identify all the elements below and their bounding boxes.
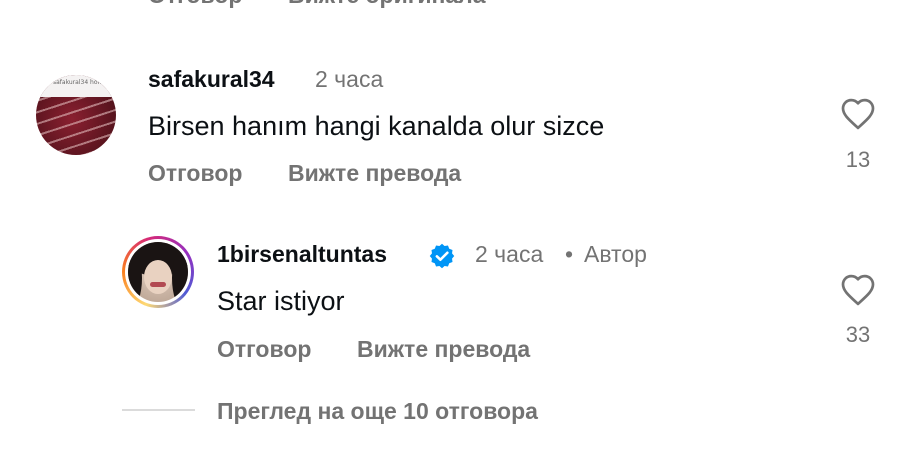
like-count: 33 [845,322,871,347]
see-translation-button[interactable]: Вижте превода [288,160,461,187]
comment-timestamp: 2 часа [315,66,384,92]
reply-username[interactable]: 1birsenaltuntas [217,241,387,268]
avatar[interactable]: safakural34 home [36,75,116,155]
like-heart-icon[interactable] [840,273,876,311]
see-translation-button[interactable]: Вижте превода [357,336,530,363]
previous-reply-button[interactable]: Отговор [148,0,242,9]
verified-badge-icon [428,242,456,275]
previous-see-original-button[interactable]: Вижте оригинала [288,0,486,9]
avatar[interactable] [122,236,194,308]
divider [122,409,195,411]
separator-dot: • [565,241,574,267]
reply-timestamp: 2 часа [475,241,544,267]
avatar-caption: safakural34 home [53,79,108,86]
reply-text: Star istiyor [217,286,345,316]
reply-button[interactable]: Отговор [217,336,311,363]
like-heart-icon[interactable] [840,97,876,135]
comment-username[interactable]: safakural34 [148,66,275,93]
like-count: 13 [845,147,871,172]
comment-text: Birsen hanım hangi kanalda olur sizce [148,111,605,141]
view-more-replies-button[interactable]: Преглед на още 10 отговора [217,398,538,425]
author-label: Автор [584,241,647,267]
reply-button[interactable]: Отговор [148,160,242,187]
